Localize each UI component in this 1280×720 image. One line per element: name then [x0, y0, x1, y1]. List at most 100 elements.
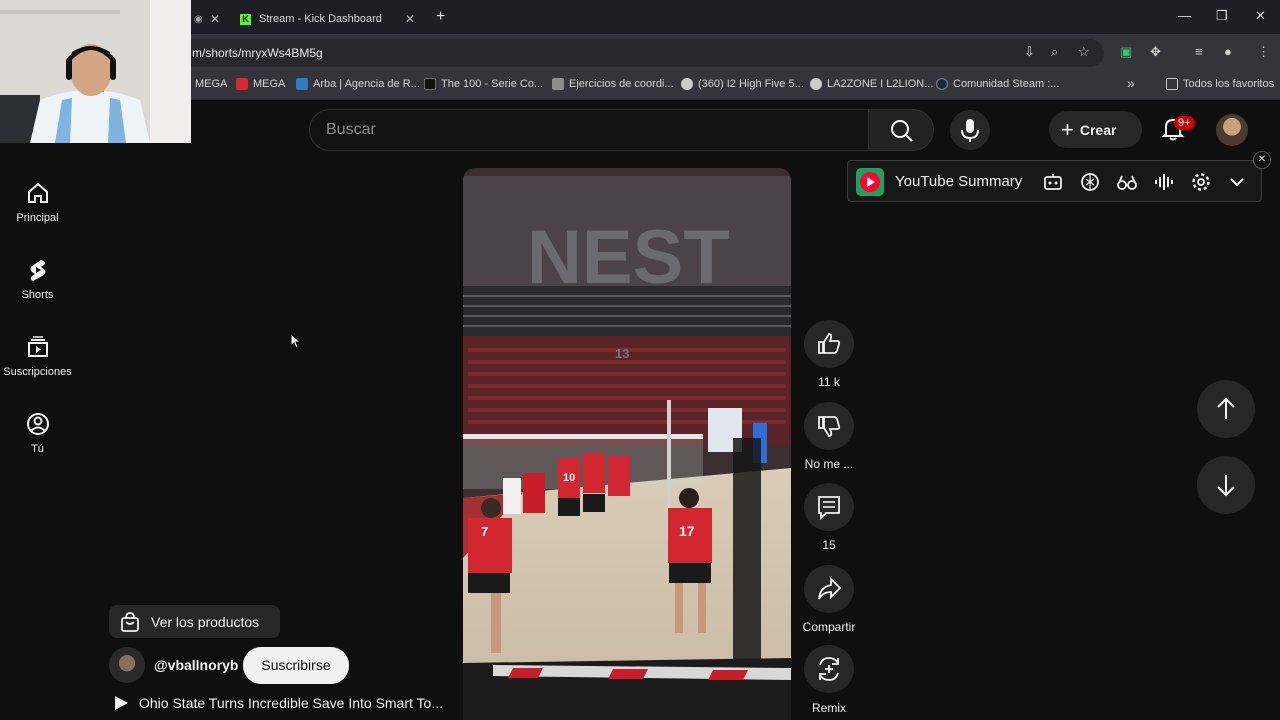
minimize-button[interactable]: —	[1178, 8, 1191, 23]
bookmark-item[interactable]: Comunidad Steam :...	[936, 78, 1059, 90]
youtube-summary-panel[interactable]: YouTube Summary	[847, 160, 1262, 202]
bookmark-item[interactable]: LA2ZONE I L2LION...	[810, 78, 933, 90]
create-label: Crear	[1079, 121, 1117, 138]
bookmarks-overflow-button[interactable]: »	[1127, 75, 1135, 91]
home-icon	[27, 182, 48, 203]
summary-logo-icon	[856, 168, 884, 196]
new-tab-button[interactable]: +	[436, 8, 445, 26]
dislike-button[interactable]	[804, 402, 854, 450]
bookmark-item[interactable]: (360) I2 High Five 5...	[681, 78, 804, 90]
subscribe-button[interactable]: Suscribirse	[243, 647, 349, 684]
url-text: m/shorts/mryxWs4BM5g	[192, 46, 323, 60]
subscriptions-icon	[27, 336, 48, 357]
previous-video-button[interactable]	[1197, 380, 1255, 438]
jersey-number: 13	[615, 346, 629, 361]
sidebar-item-shorts[interactable]: Shorts	[0, 257, 75, 317]
jersey-number: 10	[563, 472, 575, 484]
zoom-icon[interactable]: ⌕	[1051, 44, 1058, 60]
arba-icon	[296, 78, 308, 90]
search-box	[309, 109, 869, 151]
bookmark-item[interactable]: Ejercicios de coordi...	[552, 78, 674, 90]
thumbs-down-icon	[818, 416, 841, 437]
sidebar-item-label: Shorts	[21, 289, 54, 301]
extension-icon[interactable]: ▣	[1120, 44, 1132, 60]
play-icon	[115, 696, 128, 710]
globe-icon	[810, 78, 822, 90]
chatgpt-icon[interactable]	[1079, 171, 1101, 193]
bookmark-favicon-icon	[424, 78, 436, 90]
plus-icon: +	[1061, 116, 1074, 142]
chevron-down-icon[interactable]	[1228, 173, 1246, 191]
next-video-button[interactable]	[1197, 456, 1255, 514]
mouse-cursor-icon	[290, 333, 302, 349]
short-video-player[interactable]: NEST 13 7 17 10	[463, 168, 791, 720]
all-favorites-folder[interactable]: Todos los favoritos	[1166, 78, 1274, 90]
notifications-badge: 9+	[1174, 116, 1195, 130]
browser-tab-strip: ◉ ✕ K Stream - Kick Dashboard ✕ + — ❐ ✕	[0, 0, 1280, 34]
remix-label: Remix	[811, 701, 846, 715]
share-button[interactable]	[804, 565, 854, 613]
bookmark-star-icon[interactable]: ☆	[1078, 44, 1090, 60]
address-bar[interactable]: m/shorts/mryxWs4BM5g	[180, 39, 1104, 67]
comment-icon	[818, 496, 840, 521]
bookmarks-bar: MEGA MEGA Arba | Agencia de R... The 100…	[0, 70, 1280, 100]
comments-button[interactable]	[804, 483, 854, 531]
browser-tab-kick[interactable]: K Stream - Kick Dashboard ✕	[230, 4, 425, 34]
jersey-number: 7	[481, 524, 488, 539]
avatar[interactable]	[1216, 114, 1248, 146]
products-label: Ver los productos	[151, 613, 260, 630]
jersey-number: 17	[679, 523, 695, 539]
webcam-overlay	[0, 0, 191, 143]
glasses-icon[interactable]	[1116, 171, 1138, 193]
streamer-image	[0, 0, 191, 143]
remix-button[interactable]	[804, 645, 854, 693]
shopping-bag-icon	[121, 611, 139, 632]
sidebar-item-label: Suscripciones	[3, 366, 72, 378]
summary-close-button[interactable]: ✕	[1253, 151, 1271, 169]
tab-title: Stream - Kick Dashboard	[259, 13, 382, 25]
channel-avatar[interactable]	[109, 647, 145, 683]
audio-waveform-icon[interactable]	[1153, 171, 1175, 193]
mega-icon	[236, 78, 248, 90]
close-window-button[interactable]: ✕	[1255, 8, 1266, 24]
view-products-button[interactable]: Ver los productos	[109, 605, 280, 638]
browser-tab-youtube[interactable]: ◉ ✕	[188, 4, 226, 34]
tab-close-icon[interactable]: ✕	[210, 12, 220, 26]
account-icon	[26, 413, 49, 435]
steam-icon	[936, 78, 948, 90]
menu-icon[interactable]: ⋮	[1257, 44, 1270, 60]
tab-audio-icon: ◉	[194, 13, 203, 25]
microphone-icon	[961, 119, 979, 142]
summary-title: YouTube Summary	[895, 173, 1023, 190]
create-button[interactable]: + Crear	[1049, 111, 1142, 148]
sidebar-item-label: Tú	[31, 443, 44, 455]
like-button[interactable]	[804, 320, 854, 368]
video-title[interactable]: Ohio State Turns Incredible Save Into Sm…	[113, 695, 443, 711]
shorts-icon	[30, 260, 45, 281]
tab-close-icon[interactable]: ✕	[405, 12, 415, 26]
sidebar-item-you[interactable]: Tú	[0, 411, 75, 471]
restore-button[interactable]: ❐	[1216, 8, 1228, 24]
remix-icon	[819, 657, 839, 681]
search-button[interactable]	[868, 109, 934, 151]
bookmark-item[interactable]: MEGA	[236, 78, 285, 90]
comment-count: 15	[822, 538, 836, 552]
media-control-icon[interactable]: ≡	[1195, 44, 1203, 59]
share-icon	[818, 576, 842, 600]
bookmark-item[interactable]: MEGA	[195, 78, 227, 90]
profile-icon[interactable]: ●	[1224, 44, 1232, 59]
sidebar-item-label: Principal	[16, 212, 59, 224]
channel-name[interactable]: @vballnoryb	[154, 657, 238, 673]
settings-gear-icon[interactable]	[1190, 171, 1212, 193]
video-title-text: Ohio State Turns Incredible Save Into Sm…	[139, 695, 444, 711]
robot-icon[interactable]	[1042, 171, 1064, 193]
voice-search-button[interactable]	[950, 110, 990, 150]
sidebar-item-subscriptions[interactable]: Suscripciones	[0, 334, 75, 394]
folder-icon	[1166, 78, 1178, 90]
bookmark-item[interactable]: Arba | Agencia de R...	[296, 78, 420, 90]
search-input[interactable]	[326, 121, 846, 139]
sidebar-item-home[interactable]: Principal	[0, 180, 75, 240]
bookmark-item[interactable]: The 100 - Serie Co...	[424, 78, 543, 90]
install-app-icon[interactable]: ⇩	[1024, 44, 1035, 60]
extensions-puzzle-icon[interactable]: ✥	[1150, 44, 1161, 60]
